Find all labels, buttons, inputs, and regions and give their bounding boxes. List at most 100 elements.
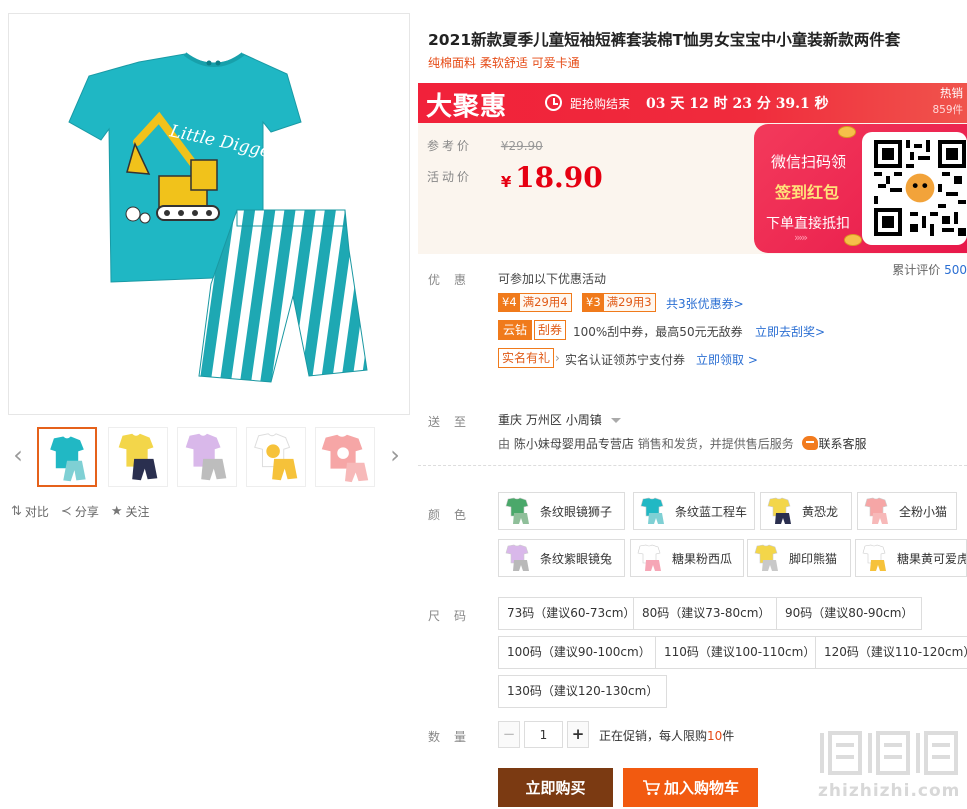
review-number: 500	[944, 263, 967, 277]
quantity-note-prefix: 正在促销，每人限购	[599, 729, 708, 743]
thumbnail-1[interactable]	[37, 427, 97, 487]
buy-now-button[interactable]: 立即购买	[498, 768, 613, 807]
review-label: 累计评价	[892, 263, 941, 277]
color-option-label: 条纹蓝工程车	[675, 504, 748, 519]
quantity-label: 数量	[428, 730, 481, 744]
sale-price-label: 活动价	[427, 170, 473, 184]
size-option[interactable]: 110码（建议100-110cm）	[655, 636, 825, 669]
color-option-label: 条纹紫眼镜兔	[540, 551, 613, 566]
main-product-image[interactable]: Little Digger	[8, 13, 410, 415]
share-button[interactable]: ≺ 分享	[61, 503, 99, 520]
quantity-input[interactable]	[524, 721, 563, 748]
shipping-label: 送至	[428, 415, 481, 429]
coin-icon	[838, 126, 856, 138]
color-option[interactable]: 条纹紫眼镜兔	[498, 539, 625, 577]
size-option[interactable]: 90码（建议80-90cm）	[776, 597, 923, 630]
size-option[interactable]: 130码（建议120-130cm）	[498, 675, 668, 708]
thumbnail-4[interactable]	[246, 427, 306, 487]
color-option-image	[862, 544, 886, 571]
ref-price-row: 参考价 ¥29.90	[427, 137, 543, 154]
wechat-banner-line3: 下单直接抵扣	[766, 216, 850, 232]
shipping-from-suffix: 销售和发货，并提供售后服务	[637, 437, 794, 451]
color-option-label: 黄恐龙	[802, 504, 839, 519]
scratch-tags: 云钻 刮券	[498, 320, 567, 340]
thumbnail-next-arrow[interactable]: ›	[385, 440, 405, 470]
size-option[interactable]: 100码（建议90-100cm）	[498, 636, 660, 669]
color-option[interactable]: 条纹眼镜狮子	[498, 492, 625, 530]
color-option-image	[505, 544, 529, 571]
shipping-info: 由 陈小妹母婴用品专营店 销售和发货，并提供售后服务 联系客服	[498, 435, 867, 452]
realname-link[interactable]: 立即领取 >	[696, 351, 758, 368]
section-divider	[418, 465, 967, 466]
clock-icon	[545, 94, 562, 111]
color-option[interactable]: 黄恐龙	[760, 492, 852, 530]
wechat-banner-line2: 签到红包	[775, 183, 840, 202]
quantity-plus-button[interactable]: +	[567, 721, 589, 748]
color-option[interactable]: 糖果粉西瓜	[630, 539, 744, 577]
color-option[interactable]: 条纹蓝工程车	[633, 492, 755, 530]
add-to-cart-label: 加入购物车	[663, 779, 739, 797]
chevron-down-icon	[610, 418, 621, 423]
compare-button[interactable]: ⇅ 对比	[11, 503, 49, 520]
hot-sales: 热销 859件	[932, 85, 963, 119]
offers-intro: 可参加以下优惠活动	[498, 272, 607, 286]
color-option-label: 糖果黄可爱虎	[897, 551, 967, 566]
watermark-text: zhizhizhi.com	[818, 781, 961, 801]
product-title: 2021新款夏季儿童短袖短裤套装棉T恤男女宝宝中小童装新款两件套	[428, 31, 901, 49]
scratch-tag: 刮券	[534, 320, 567, 340]
store-name[interactable]: 陈小妹母婴用品专营店	[514, 437, 634, 451]
realname-tag: 实名有礼	[498, 348, 555, 368]
thumbnail-5[interactable]	[315, 427, 375, 487]
gallery-actions: ⇅ 对比 ≺ 分享 ★ 关注	[11, 503, 150, 520]
coupon-2[interactable]: ¥3 满29用3	[582, 293, 656, 312]
coupon-amount: ¥4	[499, 294, 520, 311]
yunzuan-tag: 云钻	[498, 320, 533, 340]
quantity-limit: 10	[707, 729, 723, 743]
size-option[interactable]: 120码（建议110-120cm）	[815, 636, 967, 669]
location-selector[interactable]: 重庆 万州区 小周镇	[498, 411, 621, 428]
promo-bar: 大聚惠 距抢购结束 03 天 12 时 23 分 39.1 秒 热销 859件	[418, 83, 967, 123]
size-option[interactable]: 73码（建议60-73cm）	[498, 597, 645, 630]
customer-service-icon[interactable]	[801, 436, 818, 450]
location-town: 小周镇	[565, 413, 602, 427]
color-option-image	[505, 497, 529, 524]
review-count[interactable]: 累计评价 500	[892, 261, 967, 278]
size-label: 尺码	[428, 609, 481, 623]
thumbnail-image	[118, 433, 158, 481]
product-illustration: Little Digger	[68, 52, 368, 383]
share-icon: ≺	[60, 504, 72, 519]
thumbnail-image	[321, 434, 369, 483]
size-option[interactable]: 80码（建议73-80cm）	[633, 597, 780, 630]
color-option[interactable]: 糖果黄可爱虎	[855, 539, 967, 577]
quantity-minus-button[interactable]: −	[498, 721, 520, 748]
offers-label: 优惠	[428, 273, 481, 287]
sale-price-row: 活动价 ¥ 18.90	[427, 161, 603, 194]
color-option[interactable]: 全粉小猫	[857, 492, 957, 530]
follow-button[interactable]: ★ 关注	[111, 503, 150, 520]
coupon-condition: 满29用4	[519, 294, 571, 311]
countdown-timer: 03 天 12 时 23 分 39.1 秒	[646, 96, 829, 112]
realname-text: 实名认证领苏宁支付券	[565, 353, 686, 367]
hot-count: 859件	[932, 104, 963, 116]
shipping-from-prefix: 由	[498, 437, 511, 451]
add-to-cart-button[interactable]: 加入购物车	[623, 768, 758, 807]
scratch-link[interactable]: 立即去刮奖>	[755, 323, 825, 340]
coupon-1[interactable]: ¥4 满29用4	[498, 293, 572, 312]
color-label: 颜色	[428, 508, 481, 522]
follow-label: 关注	[125, 505, 150, 519]
contact-service-link[interactable]: 联系客服	[819, 437, 867, 451]
color-option[interactable]: 脚印熊猫	[747, 539, 851, 577]
chevrons-icon: ›››››	[794, 231, 808, 244]
countdown-label: 距抢购结束	[570, 97, 631, 111]
sale-price: 18.90	[515, 161, 603, 194]
location-city: 重庆	[498, 413, 523, 427]
thumbnail-2[interactable]	[108, 427, 168, 487]
coupon-link[interactable]: 共3张优惠券>	[666, 295, 744, 312]
ref-price-label: 参考价	[427, 139, 473, 153]
product-subtitle: 纯棉面料 柔软舒适 可爱卡通	[428, 56, 580, 70]
cart-icon	[642, 779, 660, 795]
share-label: 分享	[74, 505, 99, 519]
thumbnail-3[interactable]	[177, 427, 237, 487]
quantity-note: 正在促销，每人限购10件	[599, 727, 734, 744]
thumbnail-prev-arrow[interactable]: ‹	[8, 440, 28, 470]
